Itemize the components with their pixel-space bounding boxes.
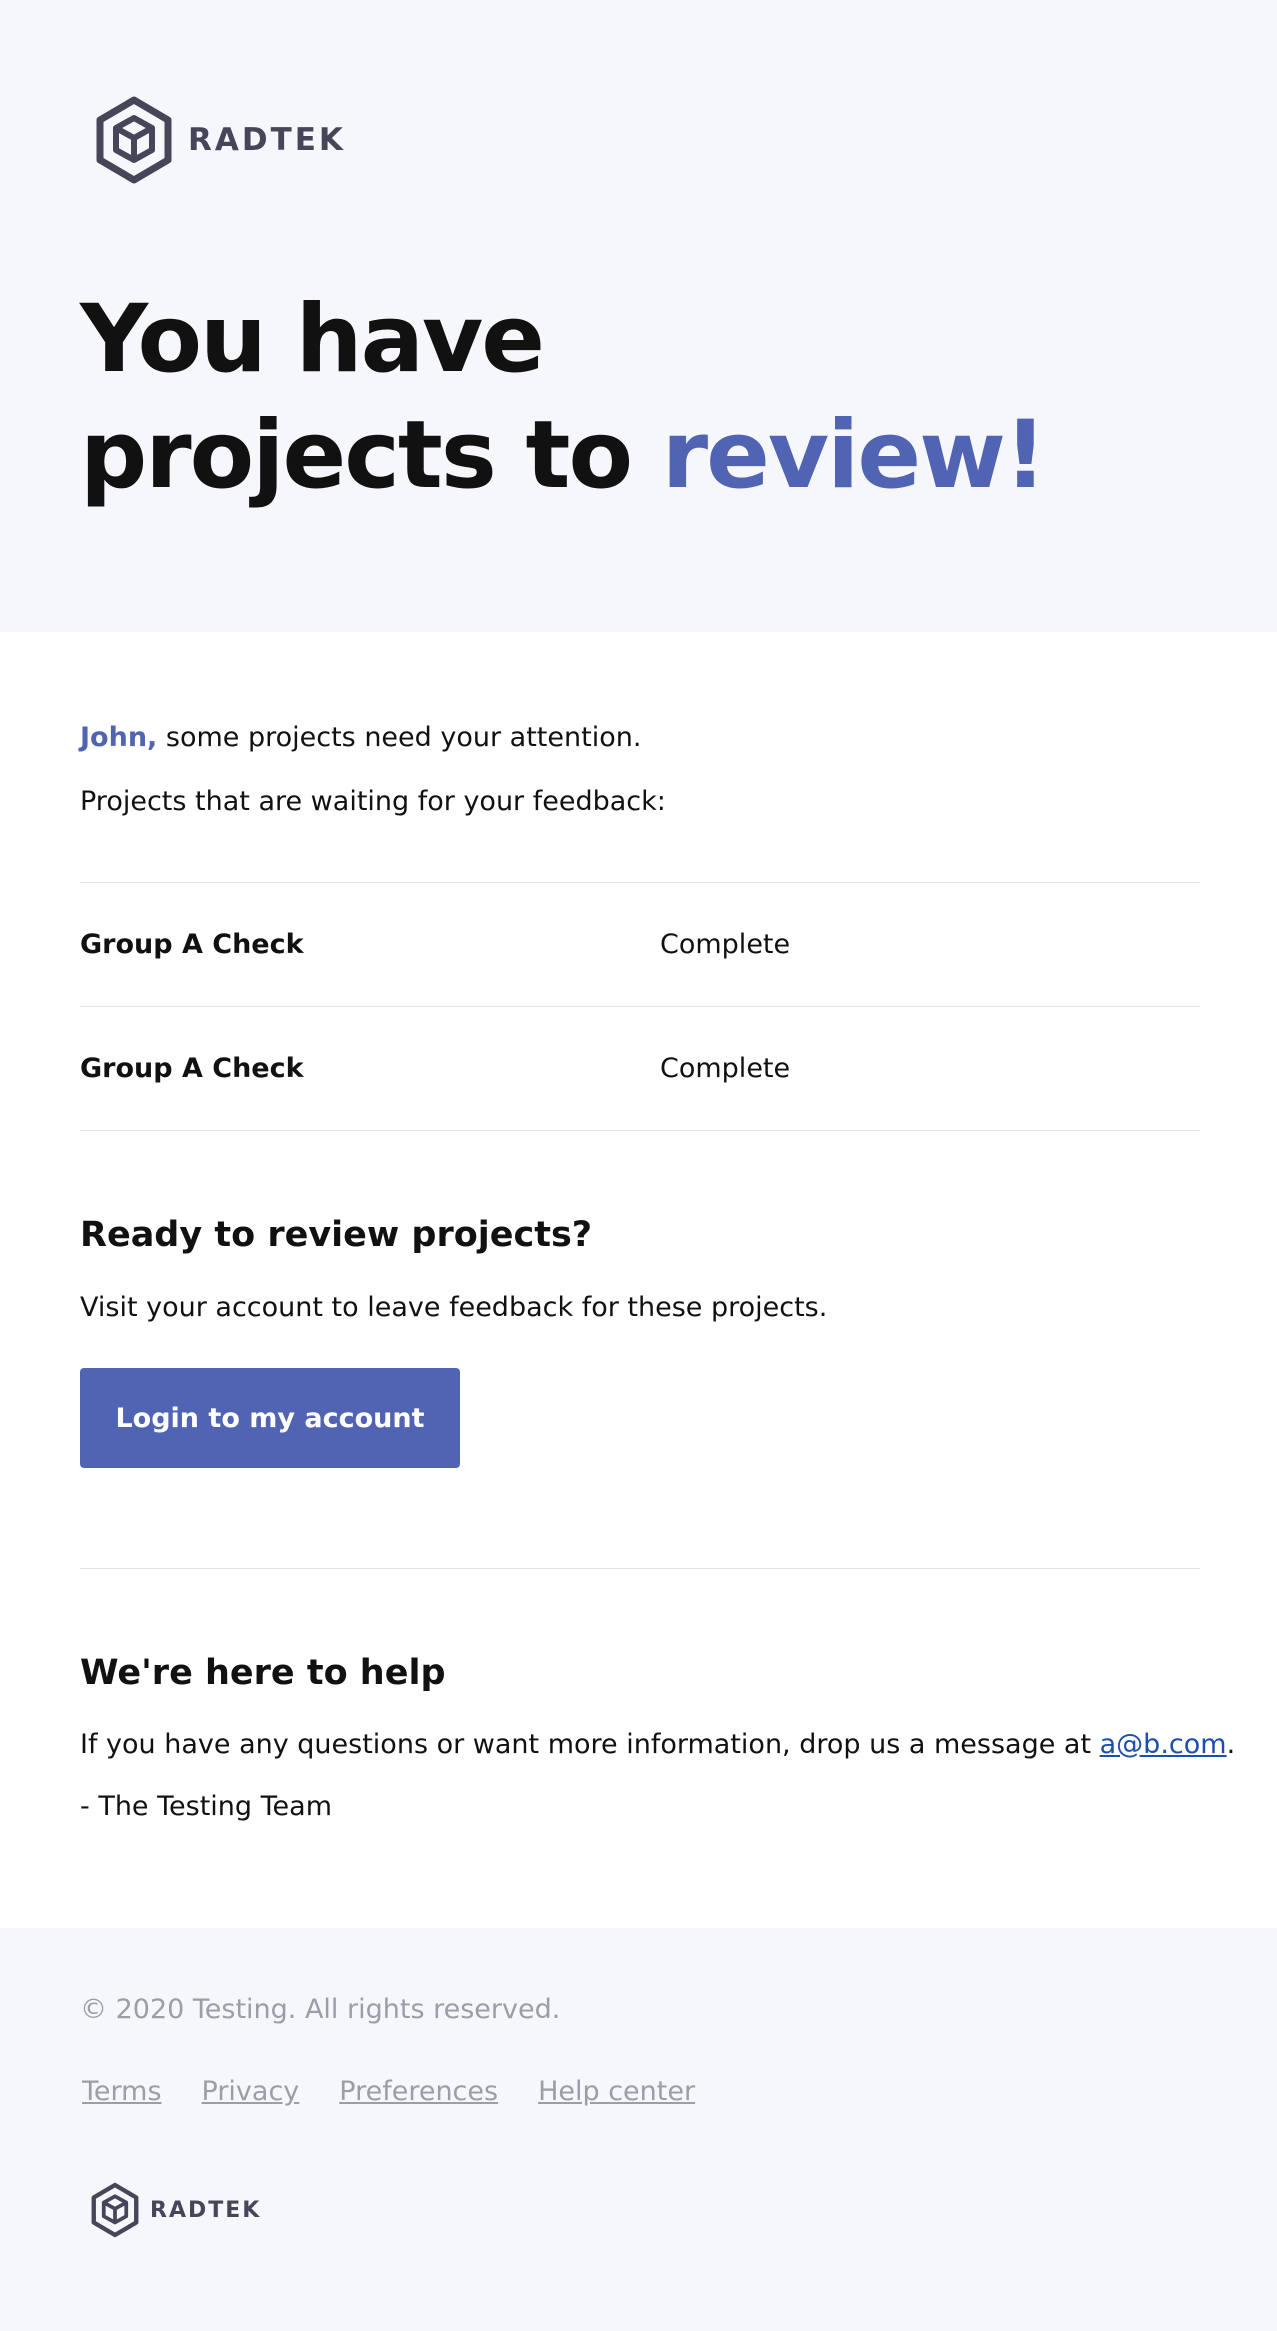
login-button[interactable]: Login to my account (80, 1368, 460, 1468)
signoff: - The Testing Team (80, 1791, 332, 1822)
hero-line-2-accent: review! (661, 401, 1047, 510)
brand-name: RADTEK (188, 122, 346, 158)
email-link[interactable]: a@b.com (1100, 1729, 1227, 1760)
greeting: John, some projects need your attention. (80, 722, 641, 754)
table-row: Group A Check Complete (80, 1007, 1200, 1131)
footer-brand-name: RADTEK (150, 2197, 262, 2223)
hero-line-2-prefix: projects to (80, 401, 662, 510)
project-status: Complete (660, 1053, 791, 1084)
footer-brand-logo[interactable]: RADTEK (90, 2182, 261, 2238)
waiting-text: Projects that are waiting for your feedb… (80, 786, 666, 817)
footer: © 2020 Testing. All rights reserved. Ter… (0, 1928, 1277, 2331)
hero-line-1: You have (80, 285, 545, 394)
section-divider (80, 1568, 1200, 1569)
footer-link-preferences[interactable]: Preferences (339, 2076, 498, 2107)
footer-link-terms[interactable]: Terms (82, 2076, 162, 2107)
hero-section: RADTEK You have projects to review! (0, 0, 1277, 632)
help-text: If you have any questions or want more i… (80, 1729, 1235, 1761)
projects-table: Group A Check Complete Group A Check Com… (80, 882, 1200, 1131)
greeting-message: some projects need your attention. (157, 722, 642, 753)
ready-title: Ready to review projects? (80, 1215, 593, 1255)
table-row: Group A Check Complete (80, 883, 1200, 1007)
ready-text: Visit your account to leave feedback for… (80, 1292, 828, 1323)
hexagon-cube-icon (96, 96, 172, 184)
project-name: Group A Check (80, 1053, 304, 1084)
footer-links: Terms Privacy Preferences Help center (82, 2076, 735, 2107)
project-name: Group A Check (80, 929, 304, 960)
hexagon-cube-icon (91, 2182, 139, 2238)
help-text-prefix: If you have any questions or want more i… (80, 1729, 1100, 1760)
copyright: © 2020 Testing. All rights reserved. (80, 1994, 561, 2025)
footer-link-help-center[interactable]: Help center (538, 2076, 695, 2107)
hero-title: You have projects to review! (80, 282, 1047, 514)
project-status: Complete (660, 929, 791, 960)
help-text-suffix: . (1226, 1729, 1236, 1760)
recipient-name: John, (80, 722, 158, 753)
brand-logo[interactable]: RADTEK (94, 96, 346, 184)
footer-link-privacy[interactable]: Privacy (202, 2076, 300, 2107)
help-title: We're here to help (80, 1653, 446, 1693)
